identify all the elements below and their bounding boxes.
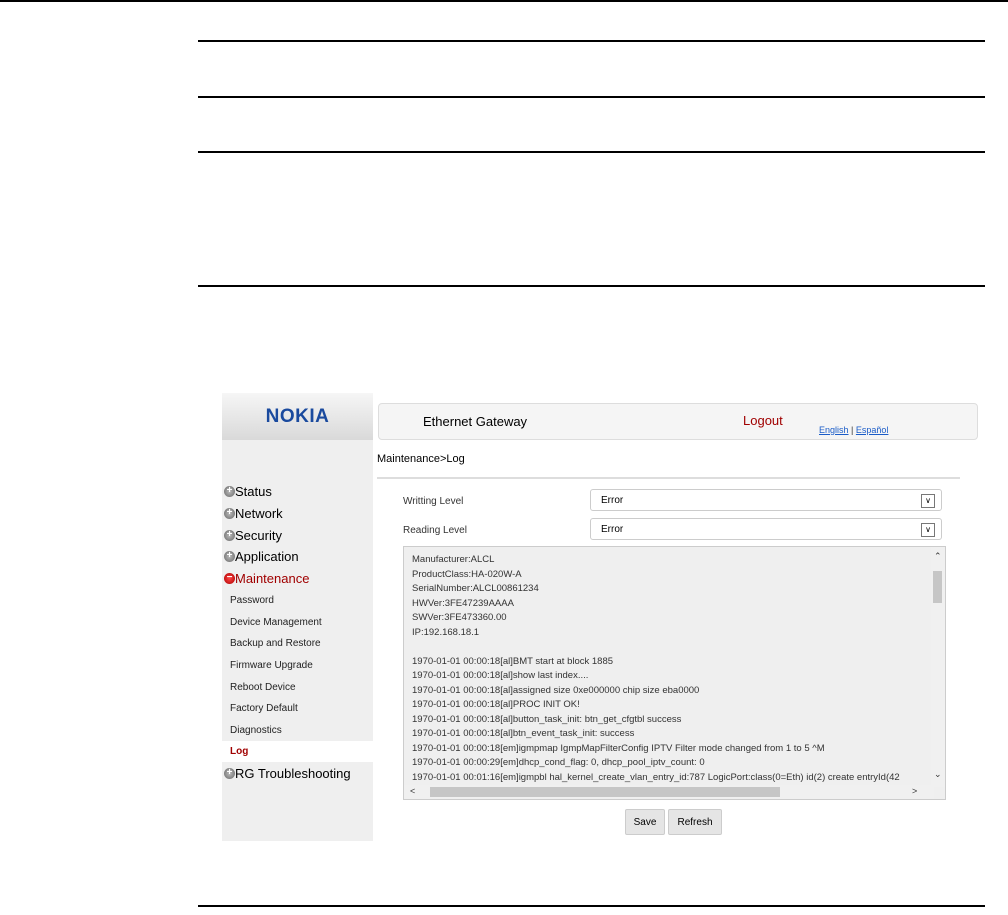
router-screenshot: NOKIA + Status + Network + Security + Applic… <box>222 393 980 841</box>
sidebar-sub-reboot-device[interactable]: Reboot Device <box>222 677 373 698</box>
divider <box>377 477 960 479</box>
label: Network <box>235 506 283 521</box>
rule-1 <box>198 40 985 42</box>
rule-2 <box>198 96 985 98</box>
scroll-thumb[interactable] <box>430 787 780 797</box>
breadcrumb: Maintenance>Log <box>377 453 465 465</box>
sidebar-item-network[interactable]: + Network <box>222 503 373 524</box>
nokia-logo: NOKIA <box>222 393 373 440</box>
scroll-up-icon[interactable]: ⌃ <box>934 551 942 562</box>
plus-icon: + <box>224 530 235 541</box>
scroll-right-icon[interactable]: > <box>912 786 917 796</box>
log-textarea[interactable]: Manufacturer:ALCL ProductClass:HA-020W-A… <box>403 546 946 800</box>
scroll-down-icon[interactable]: ⌄ <box>934 769 942 780</box>
label: Application <box>235 549 299 564</box>
sidebar-item-application[interactable]: + Application <box>222 546 373 567</box>
header-bar: Ethernet Gateway Logout English | Españo… <box>378 403 978 440</box>
vertical-scrollbar[interactable]: ⌃ ⌄ <box>931 547 945 787</box>
sidebar-sub-log[interactable]: Log <box>222 741 373 762</box>
english-link[interactable]: English <box>819 425 849 435</box>
chevron-down-icon: ∨ <box>921 494 935 508</box>
sidebar: NOKIA + Status + Network + Security + Applic… <box>222 393 373 841</box>
rule-4 <box>198 285 985 287</box>
horizontal-scrollbar[interactable]: < > <box>404 785 934 799</box>
refresh-button[interactable]: Refresh <box>668 809 722 835</box>
sidebar-item-security[interactable]: + Security <box>222 525 373 546</box>
log-text: Manufacturer:ALCL ProductClass:HA-020W-A… <box>412 554 900 797</box>
language-switcher: English | Español <box>819 425 888 435</box>
label: Maintenance <box>235 571 310 586</box>
label: Security <box>235 528 282 543</box>
page-top-rule <box>0 0 1008 2</box>
scroll-left-icon[interactable]: < <box>410 786 415 796</box>
plus-icon: + <box>224 551 235 562</box>
sidebar-item-maintenance[interactable]: − Maintenance <box>222 568 373 589</box>
logout-link[interactable]: Logout <box>743 413 783 428</box>
sidebar-sub-backup-restore[interactable]: Backup and Restore <box>222 633 373 654</box>
sidebar-sub-firmware-upgrade[interactable]: Firmware Upgrade <box>222 655 373 676</box>
rule-3 <box>198 151 985 153</box>
selected-value: Error <box>601 495 624 506</box>
sidebar-sub-factory-default[interactable]: Factory Default <box>222 698 373 719</box>
chevron-down-icon: ∨ <box>921 523 935 537</box>
app-title: Ethernet Gateway <box>423 414 528 429</box>
plus-icon: + <box>224 768 235 779</box>
sidebar-sub-diagnostics[interactable]: Diagnostics <box>222 720 373 741</box>
scroll-thumb[interactable] <box>933 571 942 603</box>
selected-value: Error <box>601 524 624 535</box>
sidebar-sub-password[interactable]: Password <box>222 590 373 611</box>
save-button[interactable]: Save <box>625 809 665 835</box>
sidebar-item-rg-troubleshooting[interactable]: + RG Troubleshooting <box>222 763 373 784</box>
sidebar-item-status[interactable]: + Status <box>222 481 373 502</box>
label: Status <box>235 484 272 499</box>
minus-icon: − <box>224 573 235 584</box>
reading-level-select[interactable]: Error ∨ <box>590 518 942 540</box>
label: RG Troubleshooting <box>235 766 351 781</box>
writing-level-label: Writting Level <box>403 496 464 507</box>
writing-level-select[interactable]: Error ∨ <box>590 489 942 511</box>
reading-level-label: Reading Level <box>403 525 467 536</box>
separator: | <box>851 425 854 435</box>
plus-icon: + <box>224 508 235 519</box>
rule-5 <box>198 905 985 907</box>
sidebar-sub-device-management[interactable]: Device Management <box>222 612 373 633</box>
espanol-link[interactable]: Español <box>856 425 889 435</box>
plus-icon: + <box>224 486 235 497</box>
